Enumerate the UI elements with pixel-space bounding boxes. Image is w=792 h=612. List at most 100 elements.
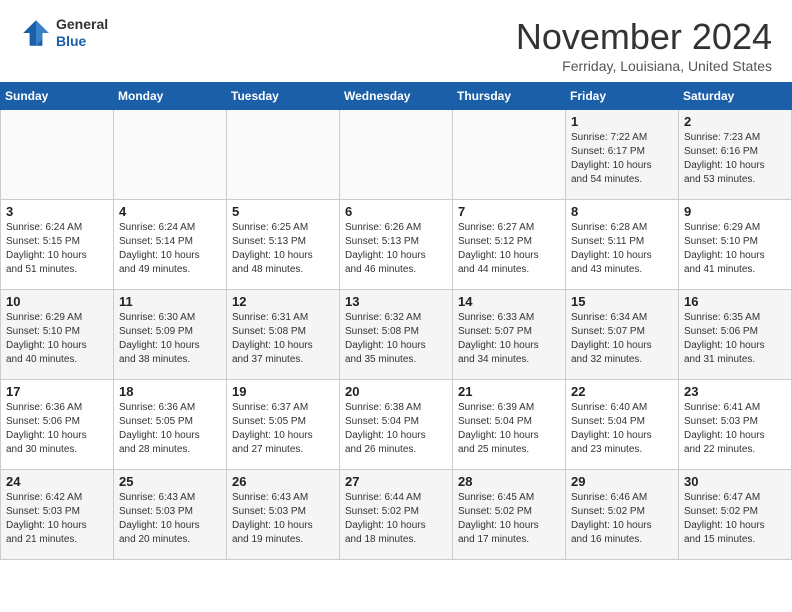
day-info: Sunrise: 6:43 AM Sunset: 5:03 PM Dayligh… (232, 491, 334, 547)
day-cell: 5 Sunrise: 6:25 AM Sunset: 5:13 PM Daylig… (227, 200, 340, 290)
day-info: Sunrise: 6:24 AM Sunset: 5:15 PM Dayligh… (6, 221, 108, 277)
day-cell: 7Sunrise: 6:27 AM Sunset: 5:12 PM Daylig… (453, 200, 566, 290)
day-number: 9 (684, 204, 786, 219)
day-cell: 14Sunrise: 6:33 AM Sunset: 5:07 PM Dayli… (453, 290, 566, 380)
day-cell: 16 Sunrise: 6:35 AM Sunset: 5:06 PM Dayli… (679, 290, 792, 380)
day-info: Sunrise: 7:23 AM Sunset: 6:16 PM Dayligh… (684, 131, 786, 187)
weekday-header-saturday: Saturday (679, 83, 792, 110)
day-number: 29 (571, 474, 673, 489)
day-number: 24 (6, 474, 108, 489)
day-number: 5 (232, 204, 334, 219)
day-cell: 6 Sunrise: 6:26 AM Sunset: 5:13 PM Daylig… (340, 200, 453, 290)
day-number: 2 (684, 114, 786, 129)
day-info: Sunrise: 6:36 AM Sunset: 5:06 PM Dayligh… (6, 401, 108, 457)
location: Ferriday, Louisiana, United States (516, 58, 772, 74)
day-cell (1, 110, 114, 200)
week-row-4: 24 Sunrise: 6:42 AM Sunset: 5:03 PM Dayli… (1, 470, 792, 560)
day-info: Sunrise: 6:25 AM Sunset: 5:13 PM Dayligh… (232, 221, 334, 277)
day-cell (114, 110, 227, 200)
day-info: Sunrise: 6:45 AM Sunset: 5:02 PM Dayligh… (458, 491, 560, 547)
day-info: Sunrise: 6:46 AM Sunset: 5:02 PM Dayligh… (571, 491, 673, 547)
day-info: Sunrise: 6:26 AM Sunset: 5:13 PM Dayligh… (345, 221, 447, 277)
day-number: 20 (345, 384, 447, 399)
day-info: Sunrise: 6:28 AM Sunset: 5:11 PM Dayligh… (571, 221, 673, 277)
day-info: Sunrise: 6:31 AM Sunset: 5:08 PM Dayligh… (232, 311, 334, 367)
day-number: 30 (684, 474, 786, 489)
day-number: 23 (684, 384, 786, 399)
day-cell: 10 Sunrise: 6:29 AM Sunset: 5:10 PM Dayli… (1, 290, 114, 380)
calendar: SundayMondayTuesdayWednesdayThursdayFrid… (0, 82, 792, 560)
week-row-0: 1Sunrise: 7:22 AM Sunset: 6:17 PM Daylig… (1, 110, 792, 200)
weekday-header-wednesday: Wednesday (340, 83, 453, 110)
day-number: 25 (119, 474, 221, 489)
day-info: Sunrise: 6:29 AM Sunset: 5:10 PM Dayligh… (6, 311, 108, 367)
calendar-body: 1Sunrise: 7:22 AM Sunset: 6:17 PM Daylig… (1, 110, 792, 560)
day-cell: 30 Sunrise: 6:47 AM Sunset: 5:02 PM Dayli… (679, 470, 792, 560)
day-cell (340, 110, 453, 200)
week-row-1: 3 Sunrise: 6:24 AM Sunset: 5:15 PM Daylig… (1, 200, 792, 290)
day-cell: 24 Sunrise: 6:42 AM Sunset: 5:03 PM Dayli… (1, 470, 114, 560)
day-cell: 8 Sunrise: 6:28 AM Sunset: 5:11 PM Daylig… (566, 200, 679, 290)
day-cell: 3 Sunrise: 6:24 AM Sunset: 5:15 PM Daylig… (1, 200, 114, 290)
day-number: 11 (119, 294, 221, 309)
day-info: Sunrise: 6:37 AM Sunset: 5:05 PM Dayligh… (232, 401, 334, 457)
week-row-2: 10 Sunrise: 6:29 AM Sunset: 5:10 PM Dayli… (1, 290, 792, 380)
day-info: Sunrise: 6:44 AM Sunset: 5:02 PM Dayligh… (345, 491, 447, 547)
day-cell (227, 110, 340, 200)
day-cell: 28 Sunrise: 6:45 AM Sunset: 5:02 PM Dayli… (453, 470, 566, 560)
day-cell: 25 Sunrise: 6:43 AM Sunset: 5:03 PM Dayli… (114, 470, 227, 560)
day-info: Sunrise: 6:33 AM Sunset: 5:07 PM Dayligh… (458, 311, 560, 367)
day-number: 18 (119, 384, 221, 399)
day-number: 26 (232, 474, 334, 489)
day-cell: 11 Sunrise: 6:30 AM Sunset: 5:09 PM Dayli… (114, 290, 227, 380)
day-number: 19 (232, 384, 334, 399)
day-number: 27 (345, 474, 447, 489)
day-cell: 2 Sunrise: 7:23 AM Sunset: 6:16 PM Daylig… (679, 110, 792, 200)
weekday-header-row: SundayMondayTuesdayWednesdayThursdayFrid… (1, 83, 792, 110)
month-title: November 2024 (516, 16, 772, 58)
page-wrapper: General Blue November 2024 Ferriday, Lou… (0, 0, 792, 560)
day-info: Sunrise: 6:36 AM Sunset: 5:05 PM Dayligh… (119, 401, 221, 457)
day-number: 21 (458, 384, 560, 399)
day-cell: 22Sunrise: 6:40 AM Sunset: 5:04 PM Dayli… (566, 380, 679, 470)
day-info: Sunrise: 6:43 AM Sunset: 5:03 PM Dayligh… (119, 491, 221, 547)
calendar-header: SundayMondayTuesdayWednesdayThursdayFrid… (1, 83, 792, 110)
weekday-header-sunday: Sunday (1, 83, 114, 110)
title-block: November 2024 Ferriday, Louisiana, Unite… (516, 16, 772, 74)
day-number: 16 (684, 294, 786, 309)
day-info: Sunrise: 6:42 AM Sunset: 5:03 PM Dayligh… (6, 491, 108, 547)
day-number: 12 (232, 294, 334, 309)
day-number: 28 (458, 474, 560, 489)
day-info: Sunrise: 6:30 AM Sunset: 5:09 PM Dayligh… (119, 311, 221, 367)
day-info: Sunrise: 6:41 AM Sunset: 5:03 PM Dayligh… (684, 401, 786, 457)
day-number: 8 (571, 204, 673, 219)
day-cell: 1Sunrise: 7:22 AM Sunset: 6:17 PM Daylig… (566, 110, 679, 200)
day-number: 15 (571, 294, 673, 309)
day-cell: 18 Sunrise: 6:36 AM Sunset: 5:05 PM Dayli… (114, 380, 227, 470)
day-cell: 20 Sunrise: 6:38 AM Sunset: 5:04 PM Dayli… (340, 380, 453, 470)
weekday-header-friday: Friday (566, 83, 679, 110)
day-cell: 19 Sunrise: 6:37 AM Sunset: 5:05 PM Dayli… (227, 380, 340, 470)
day-cell: 23 Sunrise: 6:41 AM Sunset: 5:03 PM Dayli… (679, 380, 792, 470)
weekday-header-tuesday: Tuesday (227, 83, 340, 110)
day-cell: 21 Sunrise: 6:39 AM Sunset: 5:04 PM Dayli… (453, 380, 566, 470)
logo: General Blue (20, 16, 108, 50)
logo-icon (20, 17, 52, 49)
day-number: 7 (458, 204, 560, 219)
day-info: Sunrise: 6:38 AM Sunset: 5:04 PM Dayligh… (345, 401, 447, 457)
day-number: 1 (571, 114, 673, 129)
week-row-3: 17 Sunrise: 6:36 AM Sunset: 5:06 PM Dayli… (1, 380, 792, 470)
day-info: Sunrise: 6:24 AM Sunset: 5:14 PM Dayligh… (119, 221, 221, 277)
day-number: 10 (6, 294, 108, 309)
day-number: 6 (345, 204, 447, 219)
day-cell: 12 Sunrise: 6:31 AM Sunset: 5:08 PM Dayli… (227, 290, 340, 380)
day-info: Sunrise: 6:34 AM Sunset: 5:07 PM Dayligh… (571, 311, 673, 367)
day-cell: 13Sunrise: 6:32 AM Sunset: 5:08 PM Dayli… (340, 290, 453, 380)
day-info: Sunrise: 6:35 AM Sunset: 5:06 PM Dayligh… (684, 311, 786, 367)
day-info: Sunrise: 6:47 AM Sunset: 5:02 PM Dayligh… (684, 491, 786, 547)
day-number: 17 (6, 384, 108, 399)
day-number: 22 (571, 384, 673, 399)
day-number: 3 (6, 204, 108, 219)
day-cell (453, 110, 566, 200)
day-info: Sunrise: 6:39 AM Sunset: 5:04 PM Dayligh… (458, 401, 560, 457)
